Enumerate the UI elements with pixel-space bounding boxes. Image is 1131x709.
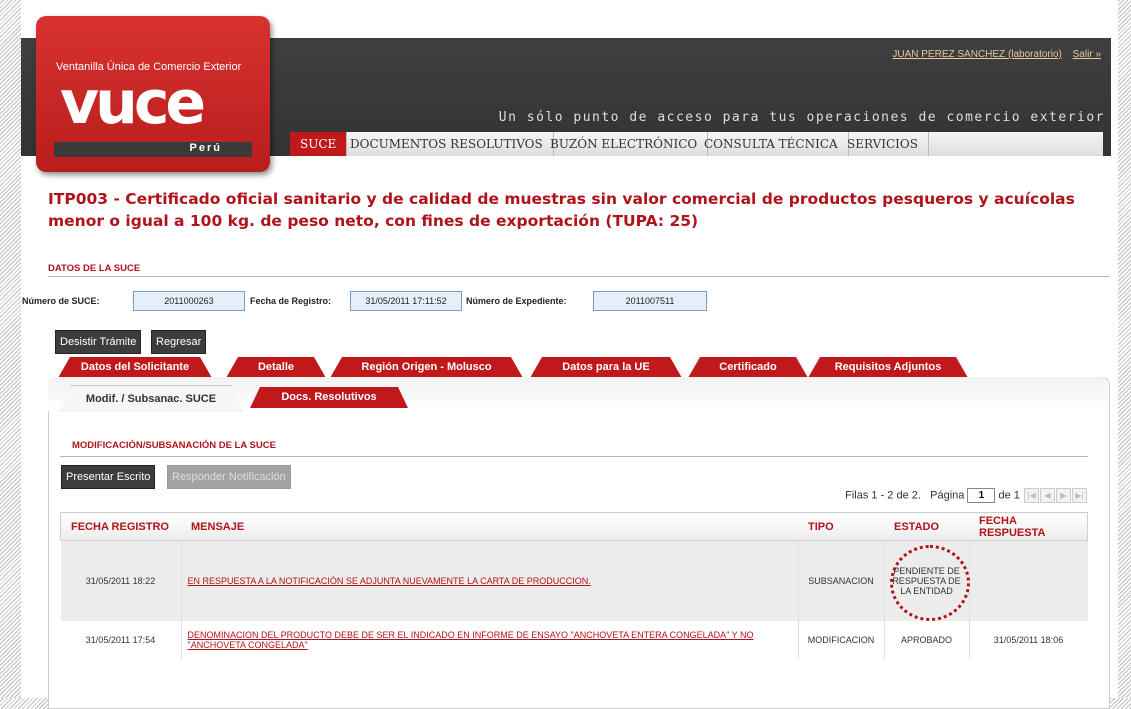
divider xyxy=(60,456,1088,457)
fecha-registro-field: 31/05/2011 17:11:52 xyxy=(350,291,462,311)
col-mensaje[interactable]: MENSAJE xyxy=(181,512,798,541)
cell-respuesta: 31/05/2011 18:06 xyxy=(969,621,1088,659)
page-total: de 1 xyxy=(998,489,1020,502)
page-title: ITP003 - Certificado oficial sanitario y… xyxy=(48,190,1075,230)
first-page-icon[interactable]: |◀ xyxy=(1024,488,1039,503)
last-page-icon[interactable]: ▶| xyxy=(1072,488,1087,503)
desistir-tramite-button[interactable]: Desistir Trámite xyxy=(55,330,142,354)
slogan: Un sólo punto de acceso para tus operaci… xyxy=(498,110,1105,125)
nav-documentos-resolutivos[interactable]: DOCUMENTOS RESOLUTIVOS xyxy=(340,132,554,156)
tab-datos-ue[interactable]: Datos para la UE xyxy=(530,357,682,378)
col-estado[interactable]: ESTADO xyxy=(884,512,969,541)
cell-respuesta xyxy=(969,540,1088,621)
section-datos-suce: DATOS DE LA SUCE xyxy=(48,263,141,274)
section-modificacion: MODIFICACIÓN/SUBSANACIÓN DE LA SUCE xyxy=(72,440,276,451)
fecha-registro-label: Fecha de Registro: xyxy=(250,296,332,306)
prev-page-icon[interactable]: ◀ xyxy=(1040,488,1055,503)
cell-tipo: MODIFICACION xyxy=(798,621,885,659)
cell-fecha: 31/05/2011 18:22 xyxy=(60,540,182,621)
subtab-docs-resolutivos[interactable]: Docs. Resolutivos xyxy=(250,387,408,408)
next-page-icon[interactable]: ▶ xyxy=(1056,488,1071,503)
divider xyxy=(48,276,1110,277)
cell-mensaje: EN RESPUESTA A LA NOTIFICACIÓN SE ADJUNT… xyxy=(181,540,799,621)
logo-text: vuce xyxy=(60,68,206,138)
tab-requisitos-adjuntos[interactable]: Requisitos Adjuntos xyxy=(808,357,968,378)
table-row: 31/05/2011 17:54 DENOMINACION DEL PRODUC… xyxy=(60,621,1088,659)
user-name-link[interactable]: JUAN PEREZ SANCHEZ (laboratorio) xyxy=(892,49,1061,60)
cell-mensaje: DENOMINACION DEL PRODUCTO DEBE DE SER EL… xyxy=(181,621,799,659)
page-input[interactable] xyxy=(967,488,996,504)
pagination: Filas 1 - 2 de 2. Página de 1 |◀◀▶▶| xyxy=(845,488,1087,504)
tab-datos-solicitante[interactable]: Datos del Solicitante xyxy=(58,357,212,378)
nav-servicios[interactable]: SERVICIOS xyxy=(837,132,929,156)
numero-suce-field: 2011000263 xyxy=(133,291,245,311)
numero-suce-label: Número de SUCE: xyxy=(22,296,100,306)
vuce-logo[interactable]: Ventanilla Única de Comercio Exterior vu… xyxy=(36,16,270,172)
tab-region-origen-molusco[interactable]: Región Origen - Molusco xyxy=(330,357,523,378)
tab-certificado[interactable]: Certificado xyxy=(688,357,808,378)
col-tipo[interactable]: TIPO xyxy=(798,512,884,541)
user-links: JUAN PEREZ SANCHEZ (laboratorio) Salir » xyxy=(884,49,1101,60)
rows-count: Filas 1 - 2 de 2. xyxy=(845,489,921,502)
highlight-circle xyxy=(890,545,970,621)
mensaje-link[interactable]: EN RESPUESTA A LA NOTIFICACIÓN SE ADJUNT… xyxy=(188,576,591,586)
logout-link[interactable]: Salir » xyxy=(1073,49,1101,60)
col-fecha-registro[interactable]: FECHA REGISTRO xyxy=(60,512,181,541)
presentar-escrito-button[interactable]: Presentar Escrito xyxy=(61,465,156,489)
subtab-modif-subsanac[interactable]: Modif. / Subsanac. SUCE xyxy=(60,385,242,412)
mensaje-link[interactable]: DENOMINACION DEL PRODUCTO DEBE DE SER EL… xyxy=(188,630,754,650)
page-label: Página xyxy=(930,489,965,502)
nav-buzon-electronico[interactable]: BUZÓN ELECTRÓNICO xyxy=(540,132,709,156)
nav-suce[interactable]: SUCE xyxy=(290,132,348,156)
regresar-button[interactable]: Regresar xyxy=(151,330,207,354)
col-fecha-respuesta[interactable]: FECHA RESPUESTA xyxy=(969,512,1088,541)
main-nav: SUCE DOCUMENTOS RESOLUTIVOS BUZÓN ELECTR… xyxy=(290,132,1103,156)
nav-consulta-tecnica[interactable]: CONSULTA TÉCNICA xyxy=(694,132,849,156)
tab-detalle[interactable]: Detalle xyxy=(226,357,326,378)
numero-expediente-label: Número de Expediente: xyxy=(466,296,567,306)
logo-country: Perú xyxy=(189,142,222,154)
cell-tipo: SUBSANACION xyxy=(798,540,885,621)
logo-country-bar xyxy=(54,142,252,157)
numero-expediente-field: 2011007511 xyxy=(593,291,707,311)
cell-fecha: 31/05/2011 17:54 xyxy=(60,621,182,659)
table-header-row: FECHA REGISTRO MENSAJE TIPO ESTADO FECHA… xyxy=(60,512,1088,541)
responder-notificacion-button: Responder Notificación xyxy=(167,465,291,489)
cell-estado: APROBADO xyxy=(884,621,970,659)
